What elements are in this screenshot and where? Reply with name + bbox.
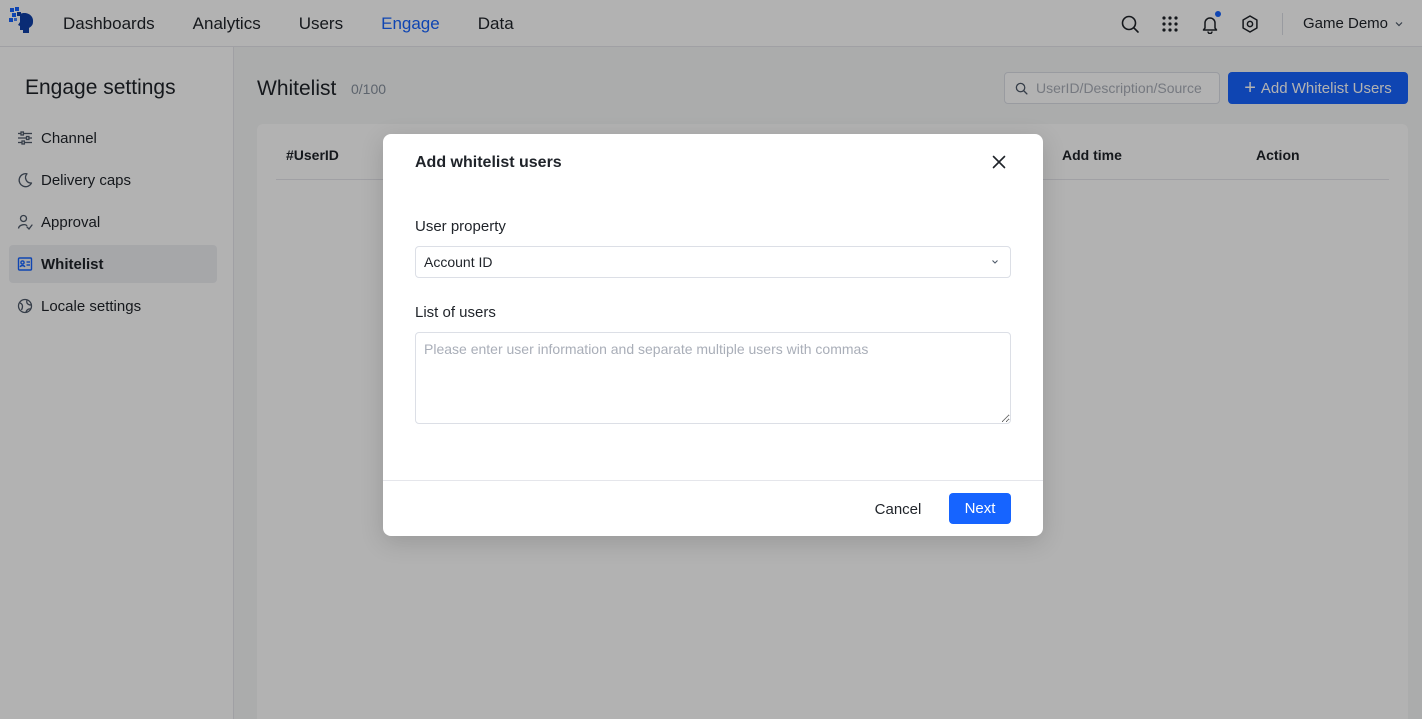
user-property-value: Account ID: [424, 254, 493, 270]
cancel-button[interactable]: Cancel: [861, 493, 935, 525]
chevron-down-icon: [992, 260, 998, 264]
add-whitelist-users-dialog: Add whitelist users User property Accoun…: [383, 134, 1043, 536]
user-property-label: User property: [415, 218, 506, 235]
list-of-users-textarea[interactable]: [415, 332, 1011, 424]
close-icon[interactable]: [989, 152, 1009, 172]
app-root: Dashboards Analytics Users Engage Data G…: [0, 0, 1422, 719]
dialog-footer: Cancel Next: [383, 480, 1043, 536]
user-property-select[interactable]: Account ID: [415, 246, 1011, 278]
list-of-users-label: List of users: [415, 304, 496, 321]
next-button[interactable]: Next: [949, 493, 1011, 524]
dialog-title: Add whitelist users: [415, 154, 562, 171]
